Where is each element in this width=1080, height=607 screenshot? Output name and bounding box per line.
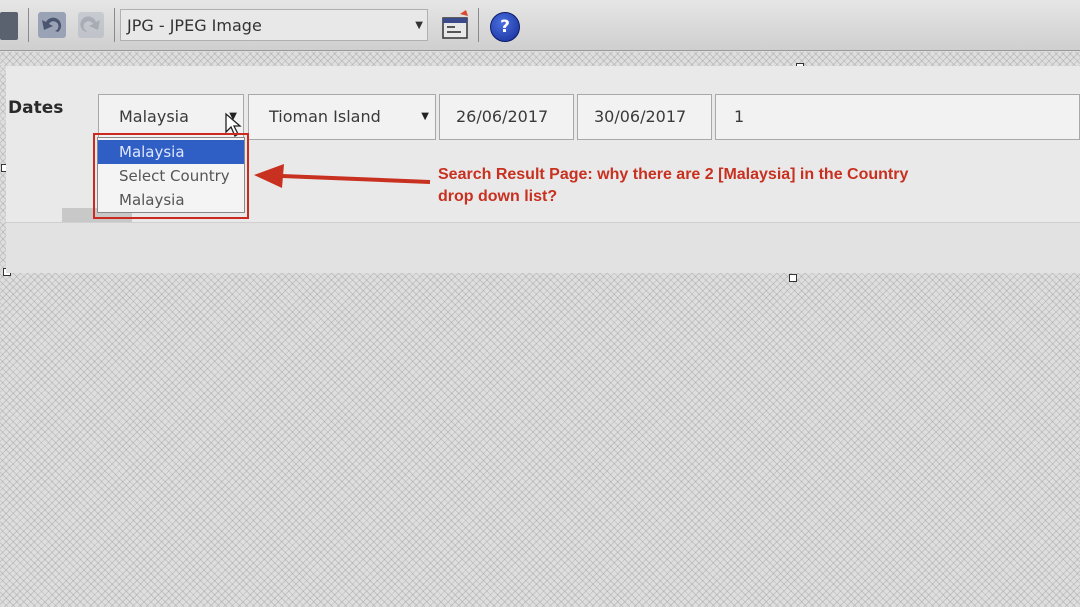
toolbar-separator bbox=[114, 8, 115, 42]
file-format-select[interactable]: JPG - JPEG Image ▼ bbox=[120, 9, 428, 41]
annotation-line: Search Result Page: why there are 2 [Mal… bbox=[438, 166, 909, 183]
guests-value: 1 bbox=[734, 107, 745, 126]
guests-field[interactable]: 1 bbox=[715, 94, 1080, 140]
redo-icon[interactable] bbox=[76, 8, 106, 42]
help-icon[interactable]: ? bbox=[490, 12, 520, 42]
app-toolbar: JPG - JPEG Image ▼ ? bbox=[0, 0, 1080, 51]
destination-select-value: Tioman Island bbox=[269, 107, 381, 126]
check-out-date-field[interactable]: 30/06/2017 bbox=[577, 94, 712, 140]
country-select-value: Malaysia bbox=[119, 107, 189, 126]
destination-select[interactable]: Tioman Island ▼ bbox=[248, 94, 436, 140]
check-in-date-value: 26/06/2017 bbox=[456, 107, 549, 126]
annotation-arrow-icon bbox=[254, 164, 431, 188]
check-out-date-value: 30/06/2017 bbox=[594, 107, 687, 126]
file-format-value: JPG - JPEG Image bbox=[127, 16, 262, 35]
toolbar-separator bbox=[28, 8, 29, 42]
chevron-down-icon[interactable]: ▼ bbox=[421, 95, 429, 139]
toolbar-separator bbox=[478, 8, 479, 42]
document-icon[interactable] bbox=[0, 12, 18, 40]
canvas-background bbox=[0, 272, 1080, 607]
properties-icon[interactable] bbox=[440, 8, 470, 42]
resize-handle[interactable] bbox=[789, 274, 797, 282]
canvas-border-top bbox=[0, 52, 1080, 66]
dates-label: Dates bbox=[8, 98, 64, 118]
chevron-down-icon[interactable]: ▼ bbox=[415, 10, 423, 42]
highlight-box bbox=[93, 133, 249, 219]
annotation-line: drop down list? bbox=[438, 188, 558, 205]
check-in-date-field[interactable]: 26/06/2017 bbox=[439, 94, 574, 140]
search-panel-footer bbox=[6, 222, 1080, 273]
undo-icon[interactable] bbox=[36, 8, 70, 42]
annotation-note: Search Result Page: why there are 2 [Mal… bbox=[438, 164, 998, 208]
